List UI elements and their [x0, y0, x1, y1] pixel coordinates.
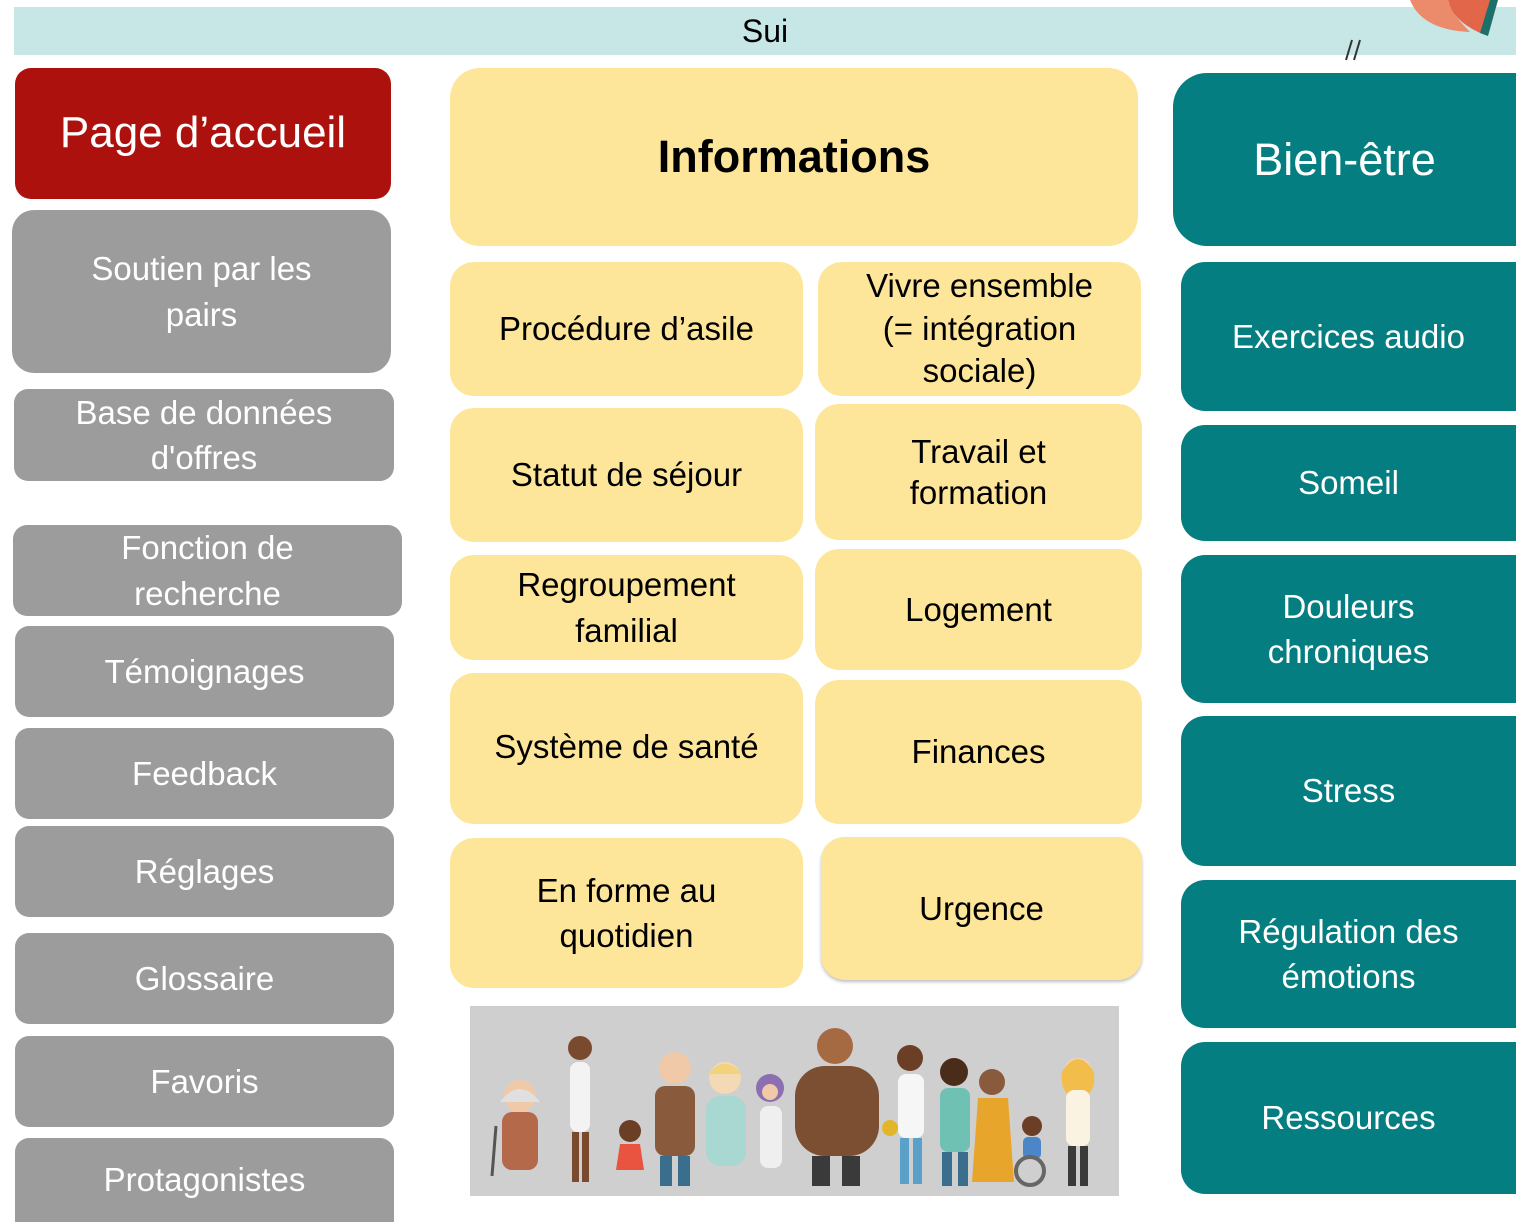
wellbeing-audio-exercises[interactable]: Exercices audio — [1181, 262, 1516, 411]
info-label: Système de santé — [494, 727, 759, 765]
info-housing[interactable]: Logement — [815, 549, 1142, 670]
info-asylum-procedure[interactable]: Procédure d’asile — [450, 262, 803, 396]
wellbeing-header[interactable]: Bien-être — [1173, 73, 1516, 246]
wellbeing-sleep[interactable]: Someil — [1181, 425, 1516, 541]
info-label: Procédure d’asile — [499, 310, 754, 348]
info-label: Regroupement familial — [517, 566, 736, 649]
nav-search-function[interactable]: Fonction de recherche — [13, 525, 402, 616]
nav-label: Base de données d'offres — [75, 393, 333, 476]
wellbeing-label: Someil — [1298, 464, 1399, 502]
nav-favorites[interactable]: Favoris — [15, 1036, 394, 1127]
info-label: Statut de séjour — [510, 456, 743, 494]
wellbeing-label: Ressources — [1261, 1099, 1436, 1137]
informations-header[interactable]: Informations — [450, 68, 1138, 246]
wellbeing-resources[interactable]: Ressources — [1181, 1042, 1516, 1194]
info-label: Travail et formation — [909, 432, 1048, 511]
home-button[interactable]: Page d’accueil — [15, 68, 391, 199]
info-label: Finances — [911, 733, 1046, 771]
info-fit-everyday[interactable]: En forme au quotidien — [450, 838, 803, 988]
wellbeing-emotion-regulation[interactable]: Régulation des émotions — [1181, 880, 1516, 1028]
nav-offers-database[interactable]: Base de données d'offres — [14, 389, 394, 481]
info-family-reunification[interactable]: Regroupement familial — [450, 555, 803, 660]
people-illustration — [470, 1006, 1119, 1196]
app-title-bar: Sui — [14, 7, 1516, 55]
nav-label: Témoignages — [104, 652, 305, 690]
wellbeing-stress[interactable]: Stress — [1181, 716, 1516, 866]
wellbeing-label: Régulation des émotions — [1238, 912, 1459, 995]
info-health-system[interactable]: Système de santé — [450, 673, 803, 824]
info-residence-status[interactable]: Statut de séjour — [450, 408, 803, 542]
nav-settings[interactable]: Réglages — [15, 826, 394, 917]
nav-label: Soutien par les pairs — [91, 250, 312, 333]
wellbeing-label: Douleurs chroniques — [1267, 587, 1430, 670]
info-living-together[interactable]: Vivre ensemble (= intégration sociale) — [818, 262, 1141, 396]
nav-label: Réglages — [134, 852, 275, 890]
info-label: Vivre ensemble (= intégration sociale) — [866, 266, 1093, 390]
info-emergency[interactable]: Urgence — [821, 837, 1142, 980]
bird-logo-icon — [1345, 0, 1498, 61]
nav-feedback[interactable]: Feedback — [15, 728, 394, 819]
wellbeing-label: Stress — [1301, 772, 1396, 810]
informations-title: Informations — [657, 131, 931, 183]
nav-label: Glossaire — [134, 959, 275, 997]
info-label: En forme au quotidien — [536, 871, 717, 954]
info-work-training[interactable]: Travail et formation — [815, 404, 1142, 540]
wellbeing-chronic-pain[interactable]: Douleurs chroniques — [1181, 555, 1516, 703]
home-button-label: Page d’accueil — [59, 108, 347, 158]
nav-testimonials[interactable]: Témoignages — [15, 626, 394, 717]
people-illustration-image — [490, 1028, 1095, 1187]
wellbeing-label: Exercices audio — [1232, 317, 1465, 355]
nav-peer-support[interactable]: Soutien par les pairs — [12, 210, 391, 373]
nav-label: Feedback — [132, 754, 277, 792]
wellbeing-title: Bien-être — [1253, 133, 1436, 185]
nav-protagonists[interactable]: Protagonistes — [15, 1138, 394, 1222]
app-title: Sui — [741, 12, 789, 49]
info-label: Urgence — [919, 889, 1044, 927]
nav-glossary[interactable]: Glossaire — [15, 933, 394, 1024]
info-label: Logement — [905, 590, 1052, 628]
nav-label: Favoris — [150, 1062, 259, 1100]
nav-label: Fonction de recherche — [121, 529, 294, 612]
info-finances[interactable]: Finances — [815, 680, 1142, 824]
nav-label: Protagonistes — [103, 1161, 306, 1199]
